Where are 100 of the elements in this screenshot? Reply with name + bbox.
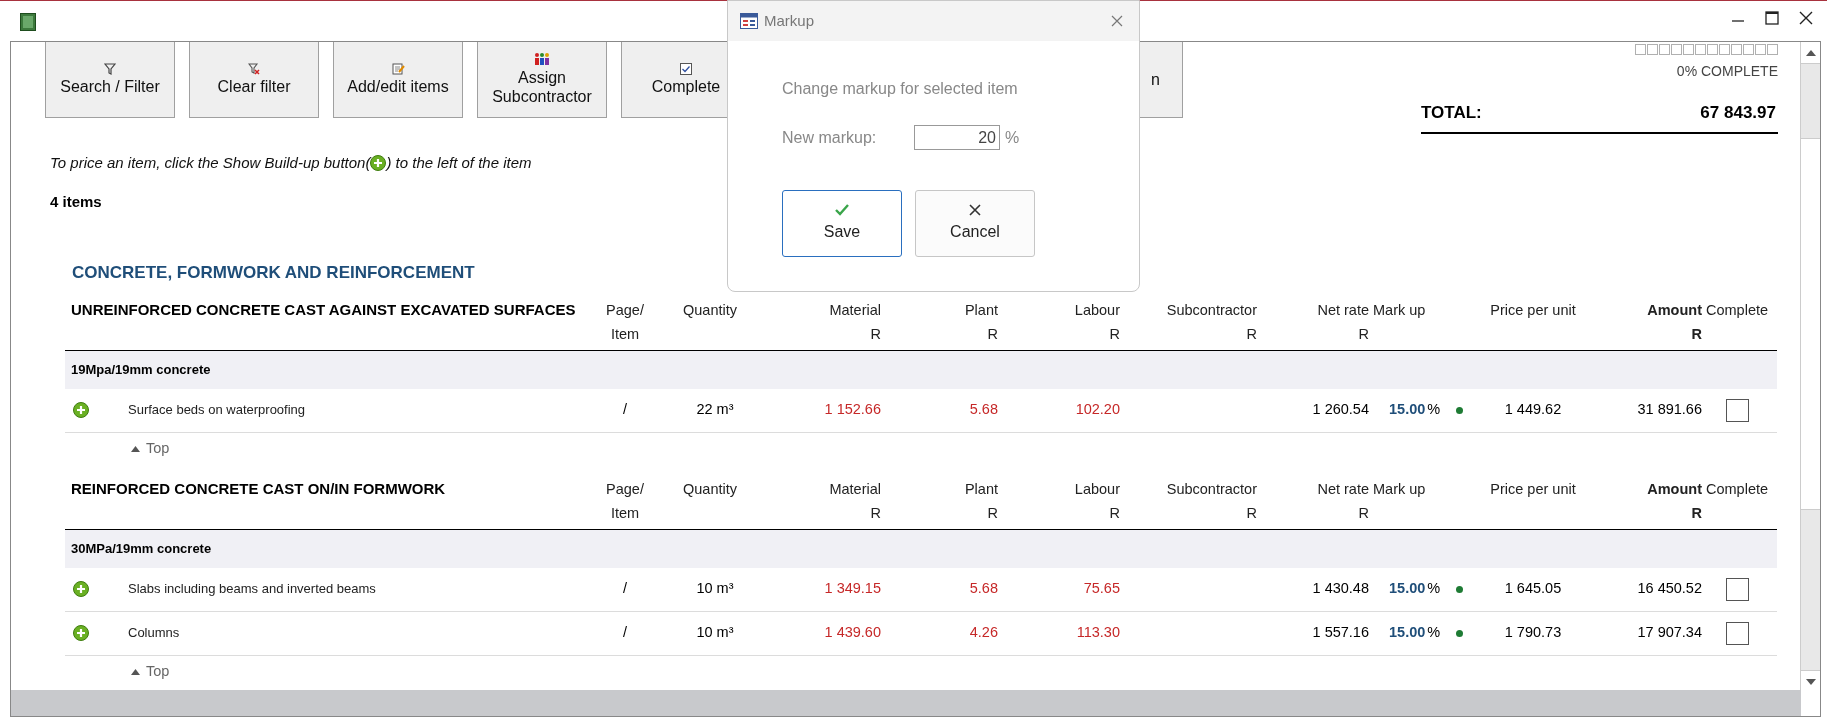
- table-cell: 1 349.15: [824, 580, 881, 597]
- table-cell: 16 450.52: [1637, 580, 1702, 597]
- up-triangle-icon: [1805, 49, 1816, 56]
- table-cell: /: [623, 624, 627, 641]
- table-cell: 10 m³: [696, 580, 734, 597]
- column-unit: R: [870, 503, 881, 523]
- toolbar-button[interactable]: Assign Subcontractor: [477, 42, 607, 118]
- clear-filter-icon: [248, 62, 260, 75]
- toolbar-button[interactable]: Clear filter: [189, 42, 319, 118]
- column-header: Amount: [1647, 300, 1702, 320]
- column-unit: Item: [610, 324, 640, 344]
- item-description: Slabs including beams and inverted beams: [128, 580, 376, 599]
- column-header: Material: [829, 479, 881, 499]
- complete-checkbox[interactable]: [1726, 577, 1749, 601]
- total-label: TOTAL:: [1421, 102, 1482, 124]
- checkmark-icon: [835, 203, 849, 216]
- group-title: 30MPa/19mm concrete: [71, 539, 212, 558]
- column-header: Amount: [1647, 479, 1702, 499]
- table-cell: 1 449.62: [1504, 401, 1562, 418]
- table-cell: 1 439.60: [824, 624, 881, 641]
- table-cell: 1 260.54: [1312, 401, 1369, 418]
- toolbar-button[interactable]: Add/edit items: [333, 42, 463, 118]
- table-cell: 102.20: [1075, 401, 1120, 418]
- item-description: Surface beds on waterproofing: [128, 401, 306, 420]
- column-unit: R: [1691, 503, 1702, 523]
- close-icon[interactable]: [1799, 11, 1813, 25]
- cancel-button[interactable]: Cancel: [915, 190, 1035, 257]
- column-unit: R: [987, 503, 998, 523]
- people-icon: [534, 52, 550, 66]
- top-link[interactable]: Top: [146, 437, 170, 460]
- column-unit: R: [987, 324, 998, 344]
- column-header: Subcontractor: [1166, 300, 1257, 320]
- column-header: Mark up: [1373, 300, 1426, 320]
- table-cell: 5.68: [969, 580, 998, 597]
- field-label: New markup:: [782, 127, 878, 148]
- toolbar-button[interactable]: Search / Filter: [45, 42, 175, 118]
- checkbox-icon: [680, 62, 692, 75]
- column-header: Price per unit: [1490, 300, 1576, 320]
- table-cell: 113.30: [1076, 624, 1120, 641]
- column-header: Mark up: [1373, 479, 1426, 499]
- scroll-down-button[interactable]: [1801, 670, 1820, 692]
- percent-sign: %: [1427, 400, 1441, 420]
- group-title: 19Mpa/19mm concrete: [71, 360, 211, 379]
- progress-label: 0% COMPLETE: [1676, 62, 1778, 81]
- complete-checkbox[interactable]: [1726, 398, 1749, 422]
- percent-sign: %: [1427, 579, 1441, 599]
- column-header: Plant: [964, 479, 998, 499]
- item-count: 4 items: [50, 193, 102, 210]
- table-cell: 1 645.05: [1504, 580, 1562, 597]
- plus-icon[interactable]: [370, 154, 387, 171]
- markup-value: 15.00: [1389, 579, 1426, 599]
- percent-sign: %: [1005, 127, 1020, 148]
- column-header: Quantity: [683, 479, 737, 499]
- column-unit: R: [1246, 324, 1257, 344]
- plus-icon[interactable]: [73, 581, 89, 597]
- down-triangle-icon: [1805, 678, 1816, 685]
- up-triangle-icon: [131, 445, 140, 452]
- table-cell: 17 907.34: [1637, 624, 1702, 641]
- table-cell: 1 790.73: [1504, 624, 1562, 641]
- column-header: Net rate: [1317, 300, 1369, 320]
- column-unit: R: [1109, 503, 1120, 523]
- column-header: Subcontractor: [1166, 479, 1257, 499]
- item-description: Columns: [128, 624, 180, 643]
- section-title: REINFORCED CONCRETE CAST ON/IN FORMWORK: [71, 479, 446, 497]
- scroll-up-button[interactable]: [1801, 42, 1820, 64]
- dialog-title: Markup: [764, 10, 815, 31]
- column-header: Complete: [1706, 479, 1769, 499]
- column-header: Complete: [1706, 300, 1769, 320]
- complete-checkbox[interactable]: [1726, 621, 1749, 645]
- plus-icon[interactable]: [73, 625, 89, 641]
- table-cell: 4.26: [969, 624, 998, 641]
- table-cell: 10 m³: [696, 624, 734, 641]
- up-triangle-icon: [131, 668, 140, 675]
- instruction-text: ) to the left of the item: [386, 152, 532, 173]
- table-cell: 31 891.66: [1637, 401, 1702, 418]
- cross-icon: [969, 203, 981, 216]
- markup-value: 15.00: [1389, 400, 1426, 420]
- column-header: Labour: [1074, 300, 1120, 320]
- column-unit: R: [1358, 324, 1369, 344]
- maximize-icon[interactable]: [1765, 11, 1779, 25]
- table-cell: /: [623, 580, 627, 597]
- table-cell: 5.68: [969, 401, 998, 418]
- table-cell: 1 557.16: [1312, 624, 1369, 641]
- column-header: Plant: [964, 300, 998, 320]
- scrollbar[interactable]: [1800, 42, 1820, 692]
- save-button[interactable]: Save: [782, 190, 902, 257]
- table-cell: 75.65: [1083, 580, 1120, 597]
- total-value: 67 843.97: [1700, 102, 1776, 124]
- table-cell: 1 152.66: [824, 401, 881, 418]
- scroll-thumb[interactable]: [1801, 138, 1820, 510]
- column-unit: R: [1691, 324, 1702, 344]
- top-link[interactable]: Top: [146, 660, 170, 683]
- form-icon: [740, 13, 758, 29]
- table-cell: /: [623, 401, 627, 418]
- category-heading: CONCRETE, FORMWORK AND REINFORCEMENT: [72, 263, 475, 282]
- markup-field[interactable]: 20: [914, 125, 1000, 150]
- table-cell: 1 430.48: [1312, 580, 1369, 597]
- column-unit: R: [1246, 503, 1257, 523]
- app-icon: [20, 13, 36, 31]
- plus-icon[interactable]: [73, 402, 89, 418]
